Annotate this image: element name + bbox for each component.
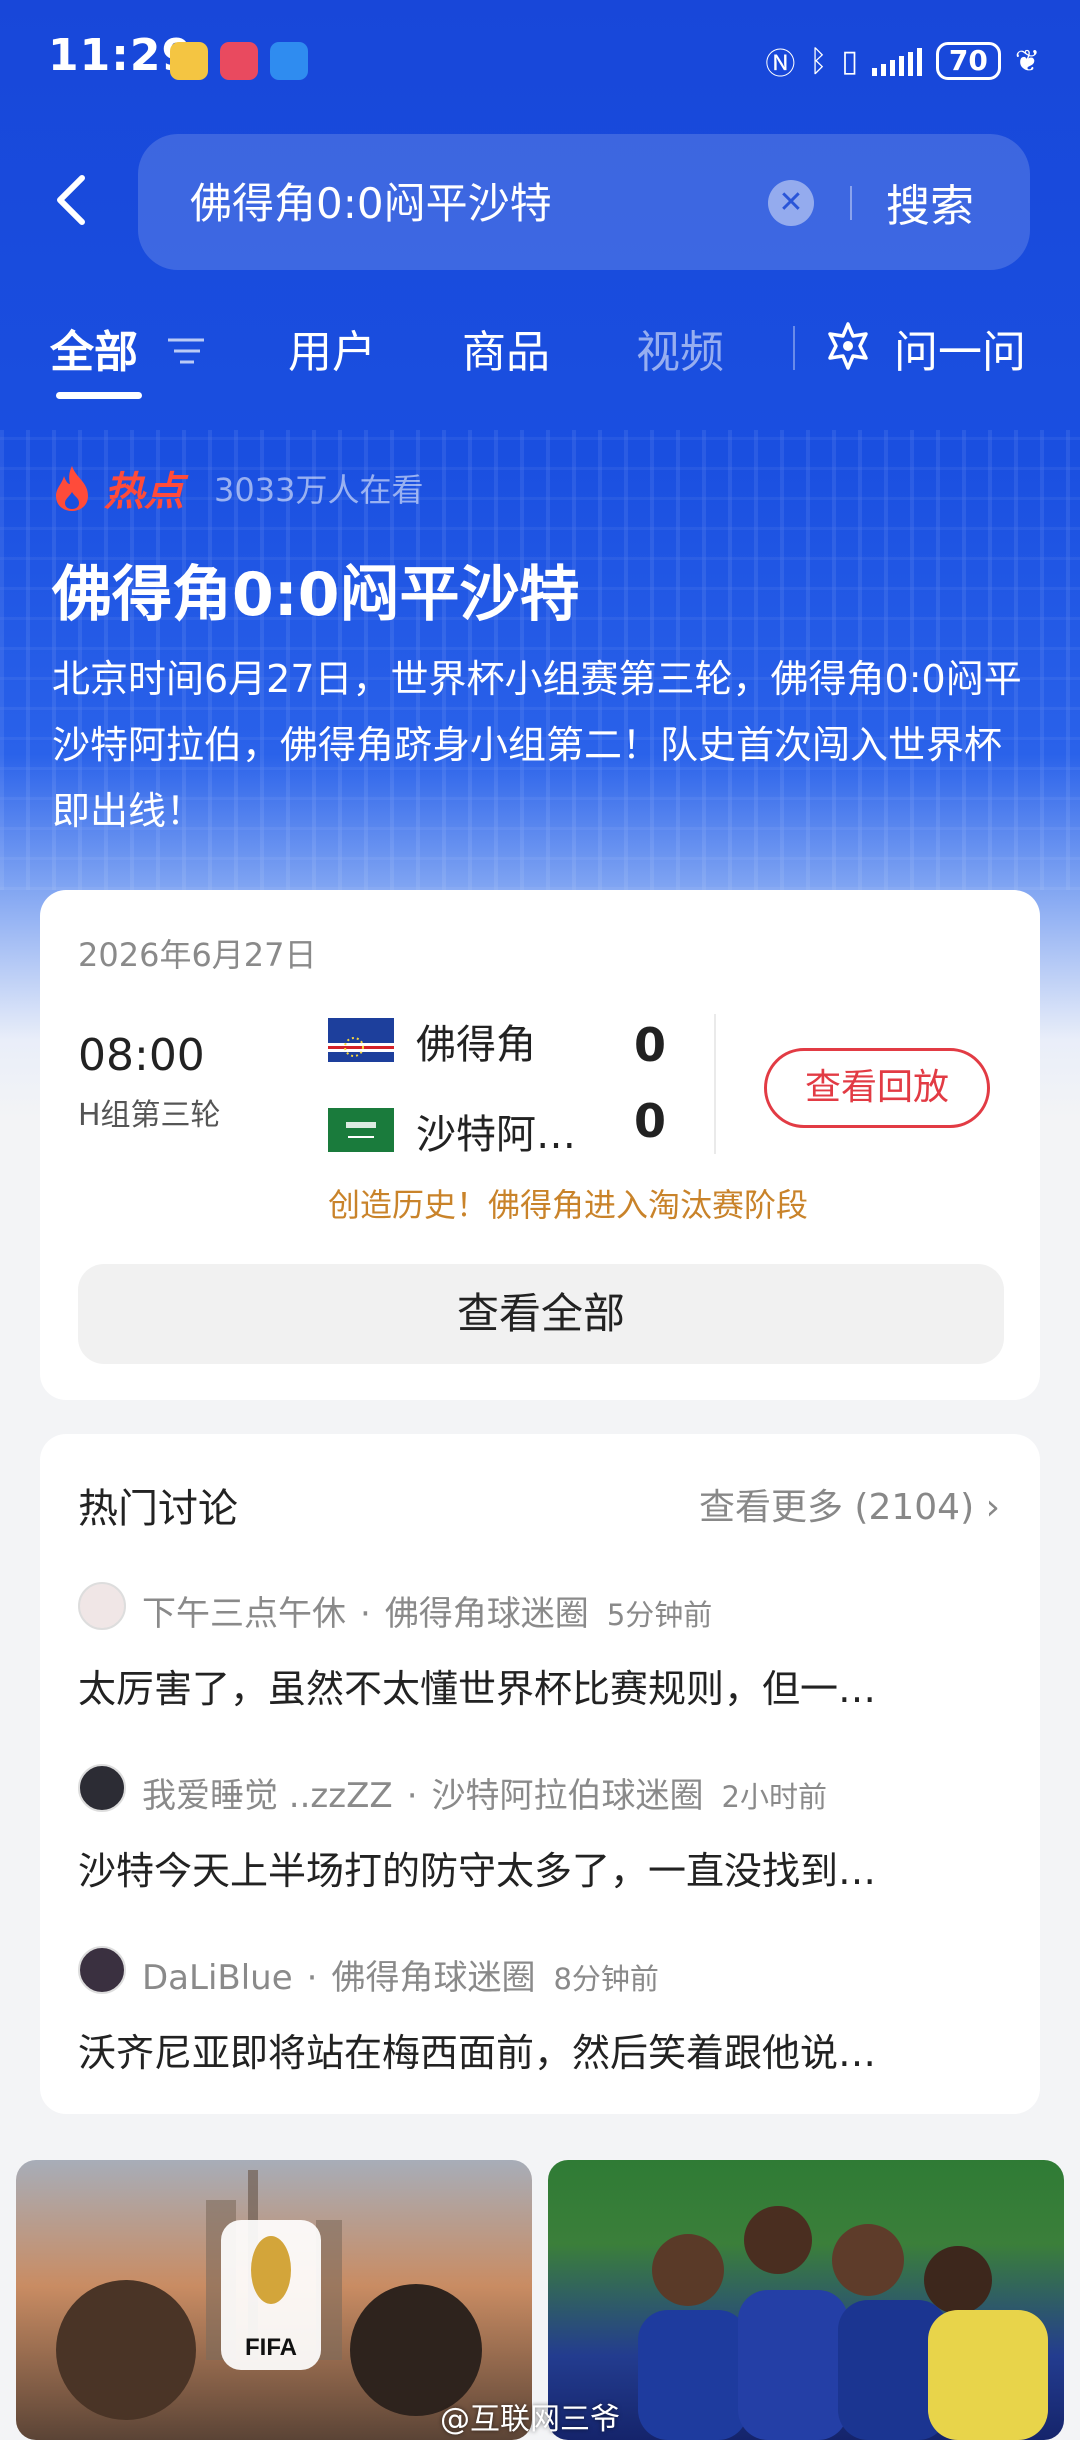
away-team-name[interactable]: 沙特阿… [416,1102,576,1160]
topic-summary: 北京时间6月27日，世界杯小组赛第三轮，佛得角0:0闷平沙特阿拉伯，佛得角跻身小… [52,657,1022,833]
view-more-label: 查看更多 (2104) [698,1487,975,1528]
active-tab-indicator [56,392,142,399]
charging-leaf-icon: ❦ [1014,43,1040,79]
match-round: H组第三轮 [78,1098,221,1133]
post-text[interactable]: 太厉害了，虽然不太懂世界杯比赛规则，但一… [78,1658,1008,1713]
hot-topic-row: 热点 3033万人在看 [52,460,423,516]
hot-discussion-card: 热门讨论 查看更多 (2104) › 下午三点午休 · 佛得角球迷圈 5分钟前 太厉害… [40,1434,1040,2114]
match-time: 08:00 [78,1030,205,1081]
post-circle[interactable]: 佛得角球迷圈 [331,1958,535,1998]
ask-ai-icon[interactable] [822,320,874,372]
team-huddle-image [638,2206,1048,2440]
post-text[interactable]: 沙特今天上半场打的防守太多了，一直没找到… [78,1840,1008,1895]
avatar[interactable] [78,1946,126,1994]
away-score: 0 [634,1094,667,1148]
saudi-flag-icon [328,1108,394,1152]
flame-icon [56,466,88,511]
discussion-post[interactable]: DaLiBlue · 佛得角球迷圈 8分钟前 沃齐尼亚即将站在梅西面前，然后笑着跟他说… [78,1942,1008,2075]
tab-separator [793,326,795,370]
match-date: 2026年6月27日 [78,936,317,974]
match-divider [714,1014,716,1154]
post-circle[interactable]: 佛得角球迷圈 [385,1594,589,1634]
topic-headline[interactable]: 佛得角0:0闷平沙特 [52,546,580,633]
nfc-icon: Ⓝ [765,47,796,82]
tab-all[interactable]: 全部 [50,316,138,380]
cape-verde-flag-icon [328,1018,394,1062]
discussion-title: 热门讨论 [78,1486,238,1532]
match-card: 2026年6月27日 08:00 H组第三轮 佛得角 0 沙特阿… 0 查看回放… [40,890,1040,1400]
post-circle[interactable]: 沙特阿拉伯球迷圈 [432,1776,704,1816]
match-note: 创造历史！佛得角进入淘汰赛阶段 [328,1186,809,1224]
bluetooth-icon: ᛒ [809,43,828,79]
watch-replay-button[interactable]: 查看回放 [764,1048,990,1128]
post-meta: DaLiBlue · 佛得角球迷圈 8分钟前 [142,1958,659,1998]
ask-button[interactable]: 问一问 [894,316,1026,380]
news-thumbnail-team-huddle[interactable] [548,2160,1064,2440]
result-tabs: 全部 用户 商品 视频 问一问 [0,316,1080,406]
battery-indicator: 70 [935,42,1001,80]
signal-icon [871,46,922,76]
post-meta: 下午三点午休 · 佛得角球迷圈 5分钟前 [142,1594,713,1634]
video-app-icon [220,42,258,80]
discussion-post[interactable]: 下午三点午休 · 佛得角球迷圈 5分钟前 太厉害了，虽然不太懂世界杯比赛规则，但一… [78,1578,1008,1711]
view-more-link[interactable]: 查看更多 (2104) › [699,1478,1000,1530]
post-username[interactable]: 我爱睡觉 ..zzZZ [142,1776,393,1816]
search-divider [850,186,852,220]
fifa-logo-text: FIFA [245,2334,297,2361]
car-app-icon [270,42,308,80]
view-all-button[interactable]: 查看全部 [78,1264,1004,1364]
discussion-post[interactable]: 我爱睡觉 ..zzZZ · 沙特阿拉伯球迷圈 2小时前 沙特今天上半场打的防守太多了，… [78,1760,1008,1893]
status-icons: Ⓝ ᛒ ▯ 70 ❦ [765,38,1040,84]
status-bar: 11:29 Ⓝ ᛒ ▯ 70 ❦ [0,0,1080,120]
home-score: 0 [634,1018,667,1072]
watermark: @互联网三爷 [440,2402,620,2437]
chevron-right-icon: › [985,1487,1000,1528]
home-team-name[interactable]: 佛得角 [416,1012,536,1070]
post-time: 2小时前 [721,1780,827,1814]
post-text[interactable]: 沃齐尼亚即将站在梅西面前，然后笑着跟他说… [78,2022,1008,2077]
tab-users[interactable]: 用户 [288,316,376,380]
post-username[interactable]: DaLiBlue [142,1958,293,1998]
tab-products[interactable]: 商品 [462,316,550,380]
avatar[interactable] [78,1764,126,1812]
post-username[interactable]: 下午三点午休 [142,1594,346,1634]
weibo-app-icon [170,42,208,80]
filter-icon[interactable] [166,334,206,368]
clear-search-icon[interactable]: ✕ [768,180,814,226]
tab-videos[interactable]: 视频 [636,316,724,380]
post-time: 5分钟前 [606,1598,713,1632]
search-input[interactable]: 佛得角0:0闷平沙特 [190,170,552,231]
search-box[interactable]: 佛得角0:0闷平沙特 ✕ 搜索 [138,134,1030,270]
post-meta: 我爱睡觉 ..zzZZ · 沙特阿拉伯球迷圈 2小时前 [142,1776,827,1816]
avatar[interactable] [78,1582,126,1630]
post-time: 8分钟前 [553,1962,659,1996]
vibrate-icon: ▯ [841,43,858,79]
search-button[interactable]: 搜索 [886,170,974,234]
hot-label: 热点 [104,469,184,515]
viewer-count: 3033万人在看 [214,471,424,509]
back-arrow-icon[interactable] [52,170,92,230]
